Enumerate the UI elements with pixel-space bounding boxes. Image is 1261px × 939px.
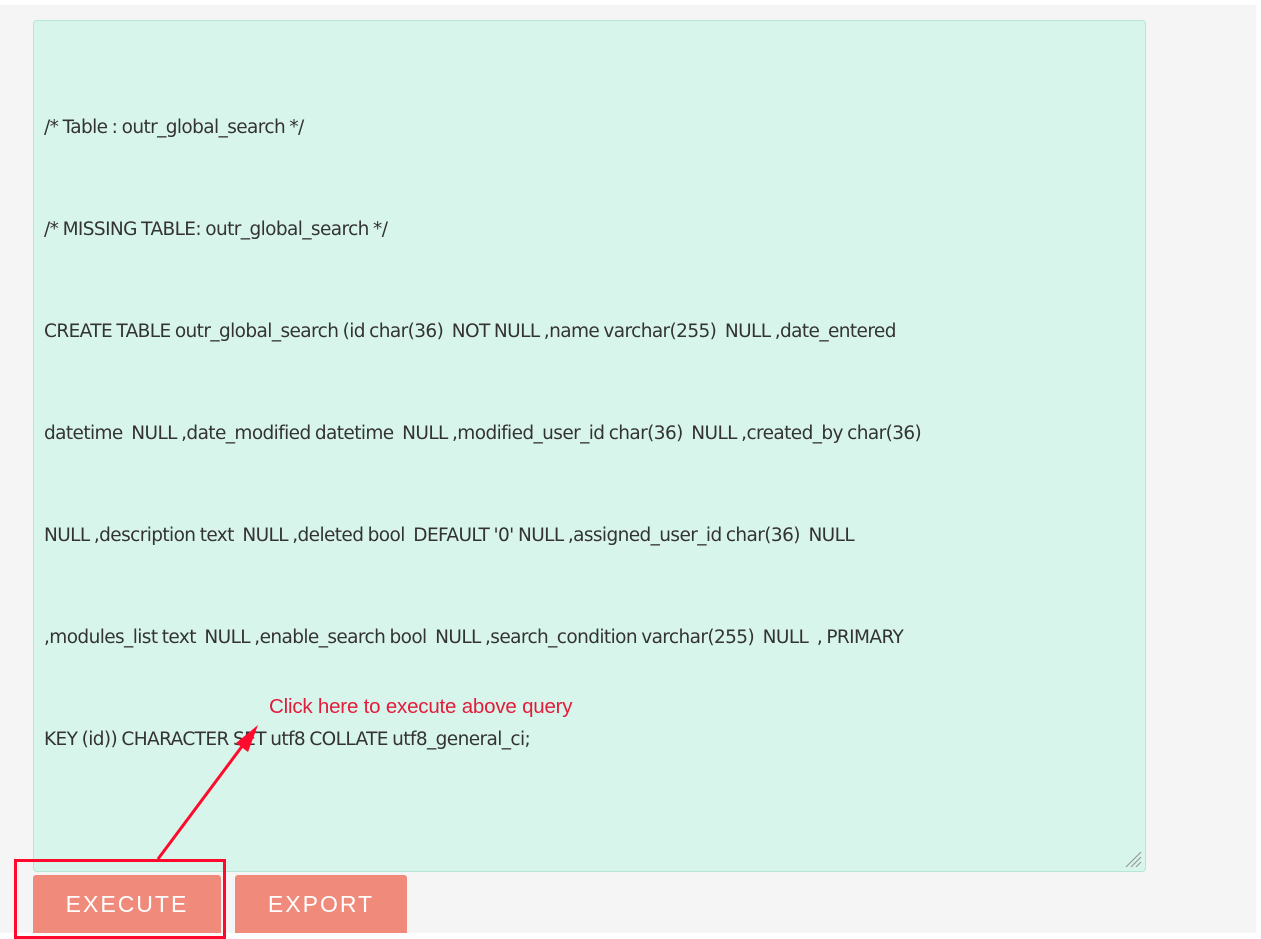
annotation-callout-text: Click here to execute above query bbox=[269, 695, 573, 718]
query-line: ,modules_list text NULL ,enable_search b… bbox=[44, 627, 904, 648]
resize-grip-icon[interactable] bbox=[1122, 848, 1142, 868]
query-line: NULL ,description text NULL ,deleted boo… bbox=[44, 525, 855, 546]
query-line: /* MISSING TABLE: outr_global_search */ bbox=[44, 219, 388, 240]
query-line: /* Table : outr_global_search */ bbox=[44, 117, 304, 138]
export-button[interactable]: EXPORT bbox=[235, 875, 407, 933]
execute-button[interactable]: EXECUTE bbox=[33, 875, 221, 933]
query-line: CREATE TABLE outr_global_search (id char… bbox=[44, 321, 896, 342]
query-textarea[interactable]: /* Table : outr_global_search */ /* MISS… bbox=[33, 20, 1146, 872]
query-line: datetime NULL ,date_modified datetime NU… bbox=[44, 423, 922, 444]
query-line: KEY (id)) CHARACTER SET utf8 COLLATE utf… bbox=[44, 729, 531, 750]
